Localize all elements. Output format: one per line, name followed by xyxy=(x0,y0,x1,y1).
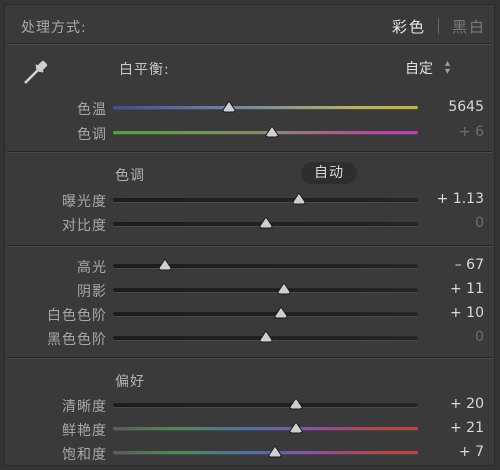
divider xyxy=(7,245,492,247)
divider xyxy=(7,151,492,153)
slider-label: 阴影 xyxy=(77,284,107,300)
slider-label: 黑色色阶 xyxy=(47,332,107,348)
treatment-bar: 处理方式: 彩色 黑白 xyxy=(5,5,494,43)
slider-label: 色调 xyxy=(77,127,107,143)
temp-slider-track[interactable] xyxy=(113,106,418,109)
vibrance-value[interactable]: + 21 xyxy=(450,420,484,436)
slider-row-vibrance: 鲜艳度 + 21 xyxy=(5,418,496,440)
slider-label: 色温 xyxy=(77,102,107,118)
slider-row-saturation: 饱和度 + 7 xyxy=(5,442,496,464)
slider-row-exposure: 曝光度 + 1.13 xyxy=(5,189,496,211)
slider-label: 对比度 xyxy=(62,218,107,234)
temp-value[interactable]: 5645 xyxy=(448,99,484,115)
mode-separator xyxy=(438,18,439,34)
bw-mode-button[interactable]: 黑白 xyxy=(452,16,486,37)
slider-row-whites: 白色色阶 + 10 xyxy=(5,303,496,325)
slider-row-tint: 色调 + 6 xyxy=(5,122,496,144)
slider-label: 饱和度 xyxy=(62,447,107,463)
white-balance-select[interactable]: 自定 xyxy=(405,58,433,78)
clarity-slider-track[interactable] xyxy=(113,403,418,407)
dropdown-arrows-icon[interactable]: ▴ ▾ xyxy=(445,59,450,77)
exposure-value[interactable]: + 1.13 xyxy=(437,191,484,207)
blacks-value[interactable]: 0 xyxy=(475,329,484,345)
highlights-value[interactable]: – 67 xyxy=(455,257,484,273)
whites-slider-track[interactable] xyxy=(113,312,418,316)
slider-label: 清晰度 xyxy=(62,399,107,415)
slider-row-highlights: 高光 – 67 xyxy=(5,255,496,277)
slider-label: 曝光度 xyxy=(62,194,107,210)
saturation-slider-track[interactable] xyxy=(113,451,418,454)
slider-row-clarity: 清晰度 + 20 xyxy=(5,394,496,416)
eyedropper-icon[interactable] xyxy=(21,55,53,87)
whites-value[interactable]: + 10 xyxy=(450,305,484,321)
basic-panel: 处理方式: 彩色 黑白 白平衡: 自定 ▴ ▾ 色温 5645 色调 + 6 色调… xyxy=(4,4,495,466)
slider-label: 高光 xyxy=(77,260,107,276)
vibrance-slider-track[interactable] xyxy=(113,427,418,430)
clarity-value[interactable]: + 20 xyxy=(450,396,484,412)
shadows-slider-track[interactable] xyxy=(113,288,418,292)
tone-section-label: 色调 xyxy=(115,168,145,184)
slider-label: 鲜艳度 xyxy=(62,423,107,439)
presence-section-label: 偏好 xyxy=(115,374,145,390)
slider-label: 白色色阶 xyxy=(47,308,107,324)
auto-tone-button[interactable]: 自动 xyxy=(301,162,357,184)
slider-row-blacks: 黑色色阶 0 xyxy=(5,327,496,349)
exposure-slider-track[interactable] xyxy=(113,198,418,202)
color-mode-button[interactable]: 彩色 xyxy=(392,16,426,37)
treatment-label: 处理方式: xyxy=(21,20,87,36)
slider-row-temp: 色温 5645 xyxy=(5,97,496,119)
contrast-value[interactable]: 0 xyxy=(475,215,484,231)
white-balance-label: 白平衡: xyxy=(119,62,170,78)
divider xyxy=(7,357,492,359)
saturation-value[interactable]: + 7 xyxy=(459,444,484,460)
slider-row-contrast: 对比度 0 xyxy=(5,213,496,235)
divider xyxy=(7,43,492,45)
tint-value[interactable]: + 6 xyxy=(459,124,484,140)
shadows-value[interactable]: + 11 xyxy=(450,281,484,297)
slider-row-shadows: 阴影 + 11 xyxy=(5,279,496,301)
